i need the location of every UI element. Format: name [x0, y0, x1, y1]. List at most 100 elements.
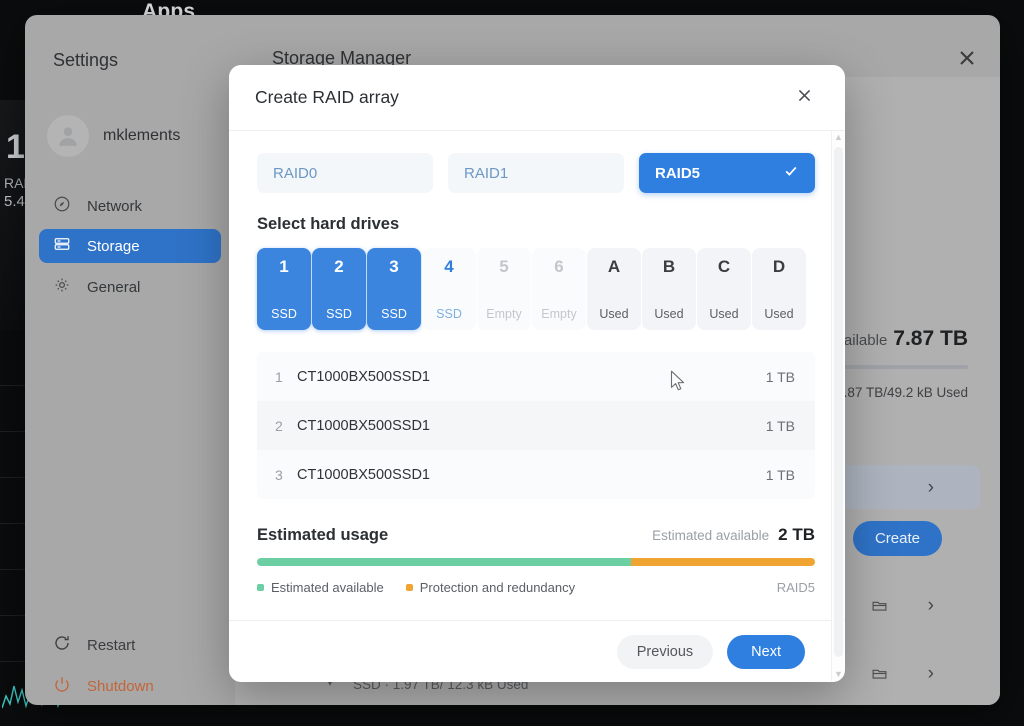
drive-row-index: 2	[275, 417, 283, 434]
chevron-right-icon[interactable]: ›	[928, 477, 934, 499]
avatar	[47, 115, 89, 157]
drive-row-name: CT1000BX500SSD1	[297, 368, 430, 385]
estimated-available-value: 2 TB	[778, 525, 815, 544]
modal-title: Create RAID array	[255, 87, 399, 107]
raid-level-tabs: RAID0 RAID1 RAID5	[257, 153, 815, 193]
available-capacity: Available 7.87 TB	[827, 327, 968, 351]
window-close-icon[interactable]	[954, 45, 980, 71]
storage-icon	[53, 235, 71, 257]
modal-close-icon[interactable]	[790, 83, 819, 112]
raid-tab-raid0[interactable]: RAID0	[257, 153, 433, 193]
drive-tile-1[interactable]: 1 SSD	[257, 248, 311, 330]
usage-segment-available	[257, 558, 631, 566]
table-row[interactable]: 3 CT1000BX500SSD1 1 TB	[257, 450, 815, 499]
legend-label: Estimated available	[271, 580, 384, 595]
create-button[interactable]: Create	[852, 521, 942, 556]
user-profile-row[interactable]: mklements	[47, 115, 180, 157]
previous-button[interactable]: Previous	[616, 634, 714, 669]
next-button[interactable]: Next	[727, 634, 805, 669]
drive-tile-b[interactable]: B Used	[642, 248, 696, 330]
drive-row-index: 1	[275, 368, 283, 385]
drive-tile-status: SSD	[436, 307, 462, 321]
usage-progress-bar	[257, 558, 815, 566]
drive-tile-id: C	[717, 257, 731, 276]
table-row[interactable]: 2 CT1000BX500SSD1 1 TB	[257, 401, 815, 450]
drive-tile-2[interactable]: 2 SSD	[312, 248, 366, 330]
desktop-background: 10 RAM 5.4 G Apps Settings Storage Manag…	[0, 0, 1024, 726]
drive-tile-5[interactable]: 5 Empty	[477, 248, 531, 330]
drive-row-size: 1 TB	[765, 368, 795, 385]
used-capacity-text: .87 TB/49.2 kB Used	[843, 385, 968, 400]
raid-tab-label: RAID1	[464, 164, 509, 182]
sidebar-item-network[interactable]: Network	[39, 189, 221, 223]
drive-tile-status: Used	[599, 307, 629, 321]
drive-tile-status: SSD	[381, 307, 407, 321]
folder-icon	[871, 597, 888, 619]
modal-header: Create RAID array	[229, 65, 845, 131]
check-icon	[783, 163, 799, 184]
available-value: 7.87 TB	[893, 327, 968, 350]
sidebar-item-restart[interactable]: Restart	[39, 628, 221, 662]
table-row[interactable]: 1 CT1000BX500SSD1 1 TB	[257, 352, 815, 401]
scrollbar-thumb[interactable]	[834, 147, 843, 657]
drive-tile-3[interactable]: 3 SSD	[367, 248, 421, 330]
drive-tile-status: Empty	[541, 307, 577, 321]
sidebar-item-label: Restart	[87, 636, 136, 654]
drive-tile-d[interactable]: D Used	[752, 248, 806, 330]
raid-tab-label: RAID5	[655, 164, 701, 182]
restart-icon	[53, 634, 71, 656]
chevron-right-icon[interactable]: ›	[928, 663, 934, 685]
drive-row-name: CT1000BX500SSD1	[297, 417, 430, 434]
modal-footer: Previous Next	[229, 620, 845, 682]
drive-tile-id: 2	[334, 257, 344, 276]
drive-tile-a[interactable]: A Used	[587, 248, 641, 330]
drive-tile-id: 6	[554, 257, 564, 276]
usage-segment-redundancy	[630, 558, 815, 566]
drive-tile-status: Used	[654, 307, 684, 321]
sidebar-item-label: Network	[87, 197, 143, 215]
selected-drive-list: 1 CT1000BX500SSD1 1 TB 2 CT1000BX500SSD1…	[257, 352, 815, 499]
sidebar-item-label: Storage	[87, 237, 140, 255]
drive-row-size: 1 TB	[765, 466, 795, 483]
drive-tile-id: 1	[279, 257, 289, 276]
drive-tile-status: SSD	[326, 307, 352, 321]
drive-row-name: CT1000BX500SSD1	[297, 466, 430, 483]
sidebar-item-label: Shutdown	[87, 677, 154, 695]
sidebar-item-label: General	[87, 278, 141, 296]
drive-tile-c[interactable]: C Used	[697, 248, 751, 330]
drive-row-index: 3	[275, 466, 283, 483]
modal-scrollbar[interactable]: ▲ ▼	[831, 131, 844, 681]
create-raid-modal: Create RAID array RAID0 RAID1 RAID5 Sele…	[229, 65, 845, 682]
network-icon	[53, 195, 71, 217]
user-name: mklements	[103, 127, 181, 144]
select-drives-heading: Select hard drives	[257, 215, 400, 233]
drive-row-size: 1 TB	[765, 417, 795, 434]
usage-legend: Estimated available Protection and redun…	[257, 580, 815, 595]
raid-tab-raid1[interactable]: RAID1	[448, 153, 624, 193]
folder-icon	[871, 665, 888, 687]
drive-tile-id: 3	[389, 257, 399, 276]
drive-tile-grid: 1 SSD 2 SSD 3 SSD 4 SSD 5 Empty 6 Empty …	[257, 248, 815, 330]
settings-sidebar: mklements Network Storage General Restar…	[25, 15, 235, 705]
drive-tile-status: Used	[764, 307, 794, 321]
drive-tile-4[interactable]: 4 SSD	[422, 248, 476, 330]
drive-tile-status: Used	[709, 307, 739, 321]
drive-tile-id: A	[607, 257, 621, 276]
modal-body: RAID0 RAID1 RAID5 Select hard drives 1 S…	[229, 131, 845, 620]
drive-tile-id: 5	[499, 257, 509, 276]
scroll-up-arrow-icon[interactable]: ▲	[832, 131, 845, 144]
sidebar-item-storage[interactable]: Storage	[39, 229, 221, 263]
chevron-right-icon[interactable]: ›	[928, 595, 934, 617]
scroll-down-arrow-icon[interactable]: ▼	[832, 668, 845, 681]
raid-tab-raid5[interactable]: RAID5	[639, 153, 815, 193]
legend-item-available: Estimated available	[257, 580, 384, 595]
drive-tile-id: B	[662, 257, 676, 276]
drive-tile-status: Empty	[486, 307, 522, 321]
estimated-usage-header: Estimated usage Estimated available 2 TB	[257, 525, 815, 545]
estimated-usage-title: Estimated usage	[257, 526, 389, 544]
sidebar-item-general[interactable]: General	[39, 270, 221, 304]
drive-tile-6[interactable]: 6 Empty	[532, 248, 586, 330]
legend-dot-icon	[257, 584, 264, 591]
sidebar-item-shutdown[interactable]: Shutdown	[39, 669, 221, 703]
legend-item-redundancy: Protection and redundancy	[405, 580, 575, 595]
